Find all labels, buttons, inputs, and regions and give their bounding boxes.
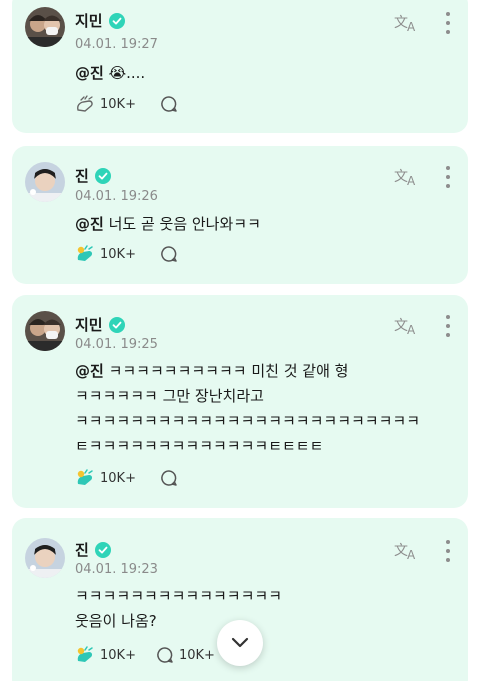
svg-text:A: A bbox=[407, 174, 416, 187]
mention[interactable]: @진 bbox=[75, 362, 104, 380]
more-vertical-icon[interactable] bbox=[440, 12, 456, 34]
chevron-down-icon bbox=[231, 637, 249, 648]
like-filled-icon bbox=[77, 469, 93, 485]
post-timestamp: 04.01. 19:26 bbox=[75, 189, 158, 204]
like-filled-icon bbox=[77, 245, 93, 261]
post-card[interactable]: 지민 04.01. 19:27 文 A @진 😭.... 10K+ bbox=[12, 0, 468, 133]
translate-icon[interactable]: 文 A bbox=[394, 315, 420, 337]
comment-bubble-icon bbox=[161, 246, 177, 262]
avatar[interactable] bbox=[25, 162, 65, 202]
post-timestamp: 04.01. 19:25 bbox=[75, 337, 158, 352]
like-filled-icon bbox=[77, 646, 93, 662]
author-name[interactable]: 진 bbox=[75, 539, 89, 560]
author-name[interactable]: 지민 bbox=[75, 314, 103, 335]
mention[interactable]: @진 bbox=[75, 64, 104, 82]
verified-check-icon bbox=[94, 541, 111, 558]
translate-icon[interactable]: 文 A bbox=[394, 166, 420, 188]
post-timestamp: 04.01. 19:27 bbox=[75, 37, 158, 52]
more-vertical-icon[interactable] bbox=[440, 315, 456, 337]
comment-button[interactable] bbox=[160, 95, 183, 113]
svg-text:A: A bbox=[407, 20, 416, 33]
like-count: 10K+ bbox=[100, 647, 136, 663]
scroll-down-button[interactable] bbox=[217, 620, 263, 666]
like-button[interactable]: 10K+ bbox=[75, 469, 136, 487]
avatar[interactable] bbox=[25, 311, 65, 351]
more-vertical-icon[interactable] bbox=[440, 540, 456, 562]
post-message: @진 😭.... bbox=[75, 64, 146, 82]
comment-bubble-icon bbox=[161, 470, 177, 486]
post-message: @진 너도 곧 웃음 안나와ㅋㅋ bbox=[75, 215, 261, 233]
like-button[interactable]: 10K+ bbox=[75, 646, 136, 664]
like-button[interactable]: 10K+ bbox=[75, 95, 136, 113]
post-feed: 지민 04.01. 19:27 文 A @진 😭.... 10K+ 진 04.0… bbox=[0, 0, 480, 681]
verified-check-icon bbox=[108, 12, 125, 29]
comment-button[interactable] bbox=[160, 469, 183, 487]
post-card[interactable]: 진 04.01. 19:26 文 A @진 너도 곧 웃음 안나와ㅋㅋ 10K+ bbox=[12, 146, 468, 284]
svg-text:文: 文 bbox=[394, 318, 408, 334]
like-count: 10K+ bbox=[100, 246, 136, 262]
comment-count: 10K+ bbox=[178, 647, 215, 663]
avatar[interactable] bbox=[25, 538, 65, 578]
post-message: ㅋㅋㅋㅋㅋㅋㅋㅋㅋㅋㅋㅋㅋㅋㅋ 웃음이 나옴? bbox=[75, 587, 283, 630]
comment-button[interactable] bbox=[160, 245, 183, 263]
svg-text:A: A bbox=[407, 548, 416, 561]
avatar[interactable] bbox=[25, 7, 65, 47]
author-name[interactable]: 진 bbox=[75, 165, 89, 186]
like-outline-icon bbox=[77, 95, 93, 112]
mention[interactable]: @진 bbox=[75, 215, 104, 233]
comment-button[interactable]: 10K+ bbox=[156, 646, 215, 664]
post-message: @진 ㅋㅋㅋㅋㅋㅋㅋㅋㅋㅋ 미친 것 같애 형 ㅋㅋㅋㅋㅋㅋ 그만 장난치라고 … bbox=[75, 362, 421, 455]
post-card[interactable]: 지민 04.01. 19:25 文 A @진 ㅋㅋㅋㅋㅋㅋㅋㅋㅋㅋ 미친 것 같… bbox=[12, 295, 468, 508]
like-button[interactable]: 10K+ bbox=[75, 245, 136, 263]
translate-icon[interactable]: 文 A bbox=[394, 12, 420, 34]
more-vertical-icon[interactable] bbox=[440, 166, 456, 188]
like-count: 10K+ bbox=[100, 96, 136, 112]
comment-bubble-icon bbox=[157, 647, 173, 663]
svg-text:文: 文 bbox=[394, 543, 408, 559]
author-name[interactable]: 지민 bbox=[75, 10, 103, 31]
like-count: 10K+ bbox=[100, 470, 136, 486]
post-timestamp: 04.01. 19:23 bbox=[75, 562, 158, 577]
verified-check-icon bbox=[94, 167, 111, 184]
svg-text:文: 文 bbox=[394, 169, 408, 185]
translate-icon[interactable]: 文 A bbox=[394, 540, 420, 562]
svg-text:文: 文 bbox=[394, 15, 408, 31]
comment-bubble-icon bbox=[161, 96, 177, 112]
verified-check-icon bbox=[108, 316, 125, 333]
svg-text:A: A bbox=[407, 323, 416, 336]
